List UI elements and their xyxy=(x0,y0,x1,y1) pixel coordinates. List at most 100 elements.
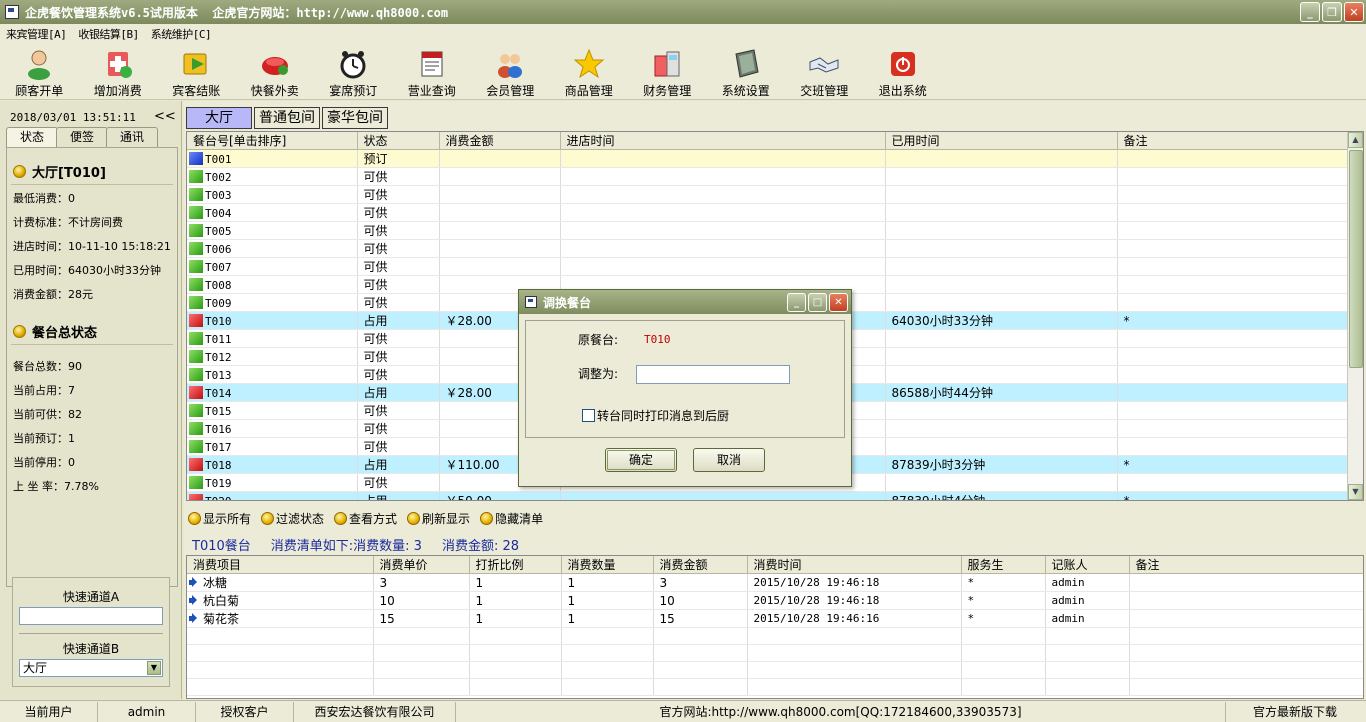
table-cell-note xyxy=(1117,257,1350,276)
dialog-minimize-button[interactable]: _ xyxy=(787,293,806,312)
table-row[interactable]: T003 可供 xyxy=(187,185,1350,204)
table-cell-enter xyxy=(560,149,886,168)
toolbar-button-banquet-booking[interactable]: 宴席预订 xyxy=(314,44,393,99)
quick-b-select[interactable]: 大厅 ▼ xyxy=(19,659,163,677)
table-row[interactable]: T007 可供 xyxy=(187,257,1350,276)
minimize-button[interactable]: _ xyxy=(1300,2,1320,22)
table-row[interactable]: T002 可供 xyxy=(187,167,1350,186)
table-cell-id: T005 xyxy=(187,221,358,240)
toolbar-button-goods-management[interactable]: 商品管理 xyxy=(550,44,629,99)
scroll-down-icon[interactable]: ▼ xyxy=(1348,484,1363,500)
empty-cell xyxy=(747,644,962,662)
toolbar-button-member-management[interactable]: 会员管理 xyxy=(471,44,550,99)
restore-button[interactable]: ❐ xyxy=(1322,2,1342,22)
adjust-to-input[interactable] xyxy=(636,365,790,384)
column-header-price[interactable]: 消费单价 xyxy=(373,556,470,574)
hide-list-button[interactable]: 隐藏清单 xyxy=(480,510,543,527)
vertical-scrollbar[interactable]: ▲ ▼ xyxy=(1347,132,1363,500)
toolbar-button-shift-management[interactable]: 交班管理 xyxy=(785,44,864,99)
divider xyxy=(11,344,173,345)
menu-guest-management[interactable]: 来宾管理[A] xyxy=(0,26,72,42)
menu-system-maintenance[interactable]: 系统维护[C] xyxy=(145,26,217,42)
table-cell-status: 占用 xyxy=(357,491,440,500)
empty-cell xyxy=(1129,678,1363,696)
table-row[interactable]: T006 可供 xyxy=(187,239,1350,258)
column-header-waiter[interactable]: 服务生 xyxy=(961,556,1046,574)
consume-cell: 冰糖 xyxy=(187,573,374,592)
dialog-maximize-button[interactable]: □ xyxy=(808,293,827,312)
toolbar-button-takeout[interactable]: 快餐外卖 xyxy=(236,44,315,99)
column-header-item-note[interactable]: 备注 xyxy=(1129,556,1363,574)
column-header-table-no[interactable]: 餐台号[单击排序] xyxy=(187,132,358,150)
column-header-item[interactable]: 消费项目 xyxy=(187,556,374,574)
toolbar-button-business-query[interactable]: 营业查询 xyxy=(393,44,472,99)
chevron-down-icon[interactable]: ▼ xyxy=(147,661,161,675)
dialog-close-button[interactable]: ✕ xyxy=(829,293,848,312)
column-header-discount[interactable]: 打折比例 xyxy=(469,556,562,574)
table-row[interactable]: T020 占用 ￥50.00 87839小时4分钟 * xyxy=(187,491,1350,500)
scroll-up-icon[interactable]: ▲ xyxy=(1348,132,1363,148)
toolbar-label: 商品管理 xyxy=(564,84,613,98)
close-button[interactable]: ✕ xyxy=(1344,2,1364,22)
tab-hall[interactable]: 大厅 xyxy=(186,107,252,129)
table-cell-status: 可供 xyxy=(357,365,440,384)
window-controls: _ ❐ ✕ xyxy=(1300,2,1364,22)
tab-contacts[interactable]: 通讯 xyxy=(106,127,158,147)
column-header-enter-time[interactable]: 进店时间 xyxy=(560,132,886,150)
download-latest-link[interactable]: 官方最新版下载 xyxy=(1226,702,1364,722)
column-header-status[interactable]: 状态 xyxy=(357,132,440,150)
toolbar-button-exit-system[interactable]: 退出系统 xyxy=(864,44,943,99)
table-cell-status: 可供 xyxy=(357,167,440,186)
consume-cell: 1 xyxy=(469,573,562,592)
menu-cashier[interactable]: 收银结算[B] xyxy=(72,26,144,42)
coin-icon xyxy=(13,165,26,178)
table-status-flag-icon xyxy=(189,331,203,345)
cancel-button[interactable]: 取消 xyxy=(693,448,765,472)
collapse-panel-button[interactable]: << xyxy=(154,109,176,124)
column-header-amount[interactable]: 消费金额 xyxy=(439,132,561,150)
table-id: T019 xyxy=(205,476,232,490)
checkbox-box[interactable] xyxy=(582,409,595,422)
refresh-button[interactable]: 刷新显示 xyxy=(407,510,470,527)
confirm-button[interactable]: 确定 xyxy=(605,448,677,472)
consume-cell: 15 xyxy=(373,609,470,628)
toolbar-button-system-settings[interactable]: 系统设置 xyxy=(707,44,786,99)
filter-status-button[interactable]: 过滤状态 xyxy=(261,510,324,527)
empty-cell xyxy=(373,661,470,679)
table-cell-note xyxy=(1117,347,1350,366)
show-all-button[interactable]: 显示所有 xyxy=(188,510,251,527)
table-row[interactable]: T004 可供 xyxy=(187,203,1350,222)
toolbar-button-checkout[interactable]: 宾客结账 xyxy=(157,44,236,99)
table-id: T014 xyxy=(205,386,232,400)
toolbar-button-add-consume[interactable]: 增加消费 xyxy=(79,44,158,99)
consume-row[interactable]: 杭白菊 10 1 1 10 2015/10/28 19:46:18 * admin xyxy=(187,591,1363,610)
tab-luxury-room[interactable]: 豪华包间 xyxy=(322,107,388,129)
consume-row[interactable]: 菊花茶 15 1 1 15 2015/10/28 19:46:16 * admin xyxy=(187,609,1363,628)
view-mode-button[interactable]: 查看方式 xyxy=(334,510,397,527)
column-header-bookkeeper[interactable]: 记账人 xyxy=(1045,556,1130,574)
table-cell-used xyxy=(885,221,1118,240)
column-header-quantity[interactable]: 消费数量 xyxy=(561,556,654,574)
column-header-item-amount[interactable]: 消费金额 xyxy=(653,556,748,574)
table-cell-note xyxy=(1117,221,1350,240)
quick-a-input[interactable] xyxy=(19,607,163,625)
column-header-note[interactable]: 备注 xyxy=(1117,132,1350,150)
status-website[interactable]: 官方网站:http://www.qh8000.com[QQ:172184600,… xyxy=(456,701,1226,722)
table-cell-note xyxy=(1117,437,1350,456)
tab-status[interactable]: 状态 xyxy=(6,127,58,148)
tab-notes[interactable]: 便签 xyxy=(56,127,108,147)
table-row[interactable]: T005 可供 xyxy=(187,221,1350,240)
scroll-thumb[interactable] xyxy=(1349,150,1363,368)
print-to-kitchen-checkbox[interactable]: 转台同时打印消息到后厨 xyxy=(582,407,729,424)
table-row[interactable]: T001 预订 xyxy=(187,149,1350,168)
consume-row[interactable]: 冰糖 3 1 1 3 2015/10/28 19:46:18 * admin xyxy=(187,573,1363,592)
table-cell-status: 可供 xyxy=(357,401,440,420)
table-id: T009 xyxy=(205,296,232,310)
empty-cell xyxy=(187,661,374,679)
column-header-consume-time[interactable]: 消费时间 xyxy=(747,556,962,574)
toolbar-button-open-order[interactable]: 顾客开单 xyxy=(0,44,79,99)
status-client-label: 授权客户 xyxy=(196,701,294,722)
tab-normal-room[interactable]: 普通包间 xyxy=(254,107,320,129)
toolbar-button-finance-management[interactable]: 财务管理 xyxy=(628,44,707,99)
column-header-used-time[interactable]: 已用时间 xyxy=(885,132,1118,150)
